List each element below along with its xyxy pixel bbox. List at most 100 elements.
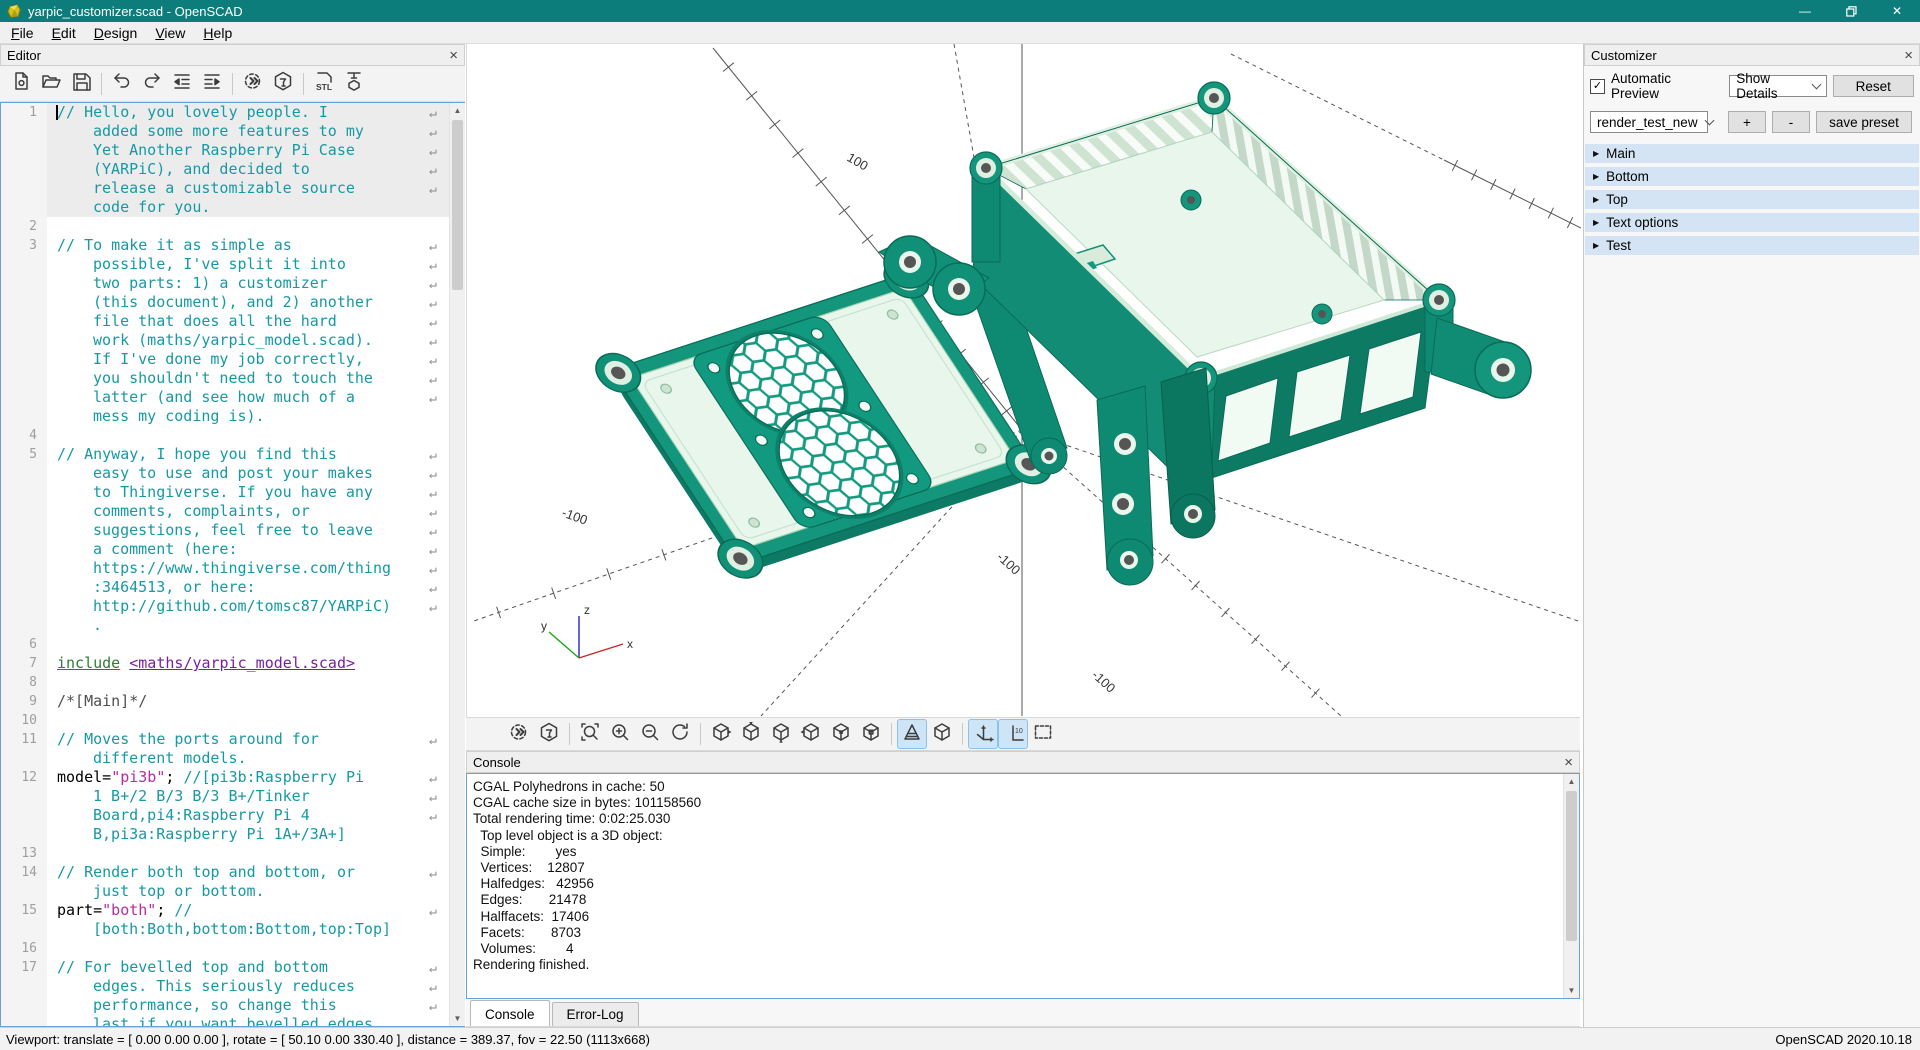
viewport-zoom-in-button[interactable]	[605, 719, 635, 749]
code-row: If I've done my job correctly,↵	[1, 350, 464, 369]
code-editor[interactable]: 1// Hello, you lovely people. I↵added so…	[0, 102, 465, 1027]
chevron-down-icon	[1704, 116, 1714, 126]
scroll-down-icon[interactable]: ▼	[1564, 983, 1579, 998]
line-wrap-icon: ↵	[429, 161, 437, 180]
menu-design[interactable]: Design	[85, 23, 147, 43]
viewport-view-top-button[interactable]	[736, 719, 766, 749]
viewport-view-front-button[interactable]	[826, 719, 856, 749]
editor-render-button[interactable]	[268, 69, 298, 99]
customizer-section-test[interactable]: ▶Test	[1585, 236, 1919, 255]
editor-new-file-button[interactable]	[6, 69, 36, 99]
console-line: Halfedges: 42956	[467, 876, 1579, 892]
line-wrap-icon: ↵	[429, 484, 437, 503]
viewport-view-all-button[interactable]	[1028, 719, 1058, 749]
console-line: Volumes: 4	[467, 941, 1579, 957]
menu-edit[interactable]: Edit	[43, 23, 85, 43]
line-wrap-icon: ↵	[429, 237, 437, 256]
customizer-close-icon[interactable]: ×	[1904, 48, 1913, 63]
code-row: Board,pi4:Raspberry Pi 4↵	[1, 806, 464, 825]
menu-help[interactable]: Help	[194, 23, 241, 43]
viewport-reset-view-button[interactable]	[665, 719, 695, 749]
console-line: Facets: 8703	[467, 925, 1579, 941]
editor-save-button[interactable]	[66, 69, 96, 99]
editor-close-icon[interactable]: ×	[449, 48, 458, 63]
svg-text:-100: -100	[1089, 667, 1118, 696]
viewport-status-text: Viewport: translate = [ 0.00 0.00 0.00 ]…	[6, 1032, 650, 1047]
viewport-show-axes-button[interactable]	[968, 719, 998, 749]
save-icon	[70, 70, 92, 97]
save-preset-button[interactable]: save preset	[1816, 111, 1912, 133]
viewport-orthogonal-button[interactable]	[927, 719, 957, 749]
menu-view[interactable]: View	[146, 23, 194, 43]
scroll-down-icon[interactable]: ▼	[450, 1011, 465, 1026]
editor-unindent-button[interactable]	[167, 69, 197, 99]
viewport-view-left-button[interactable]	[796, 719, 826, 749]
code-row: 1// Hello, you lovely people. I↵	[1, 103, 464, 122]
code-row: mess my coding is).	[1, 407, 464, 426]
automatic-preview-checkbox[interactable]: ✓	[1590, 79, 1605, 94]
console-output[interactable]: CGAL Polyhedrons in cache: 50CGAL cache …	[466, 773, 1580, 999]
editor-scrollbar-thumb[interactable]	[452, 120, 463, 290]
3d-model-bottom-tray	[587, 254, 1067, 583]
viewport-render-button[interactable]	[534, 719, 564, 749]
menu-file[interactable]: File	[2, 23, 43, 43]
customizer-section-bottom[interactable]: ▶Bottom	[1585, 167, 1919, 186]
viewport-preview-button[interactable]	[504, 719, 534, 749]
console-close-icon[interactable]: ×	[1564, 755, 1573, 770]
console-line: CGAL cache size in bytes: 101158560	[467, 795, 1579, 811]
editor-export-stl-button[interactable]: STL	[309, 69, 339, 99]
customizer-section-main[interactable]: ▶Main	[1585, 144, 1919, 163]
console-line: Vertices: 12807	[467, 860, 1579, 876]
customizer-section-text-options[interactable]: ▶Text options	[1585, 213, 1919, 232]
view-left-icon	[800, 721, 822, 748]
render-icon	[538, 721, 560, 748]
svg-text:10: 10	[1015, 728, 1023, 735]
viewport-view-back-button[interactable]	[856, 719, 886, 749]
maximize-button[interactable]	[1828, 0, 1874, 22]
viewport-zoom-all-button[interactable]	[575, 719, 605, 749]
code-row: .	[1, 616, 464, 635]
minimize-button[interactable]: —	[1782, 0, 1828, 22]
add-preset-button[interactable]: +	[1728, 111, 1766, 133]
viewport-zoom-out-button[interactable]	[635, 719, 665, 749]
scroll-up-icon[interactable]: ▲	[1564, 774, 1579, 789]
code-row: 14// Render both top and bottom, or↵	[1, 863, 464, 882]
code-row: 15part="both"; //↵	[1, 901, 464, 920]
editor-undo-button[interactable]	[107, 69, 137, 99]
viewport-show-scale-markers-button[interactable]: 10	[998, 719, 1028, 749]
editor-redo-button[interactable]	[137, 69, 167, 99]
viewport-perspective-button[interactable]	[897, 719, 927, 749]
scroll-up-icon[interactable]: ▲	[450, 103, 465, 118]
line-wrap-icon: ↵	[429, 769, 437, 788]
toolbar-separator	[700, 723, 701, 745]
toolbar-separator	[891, 723, 892, 745]
console-scrollbar[interactable]: ▲ ▼	[1563, 774, 1579, 998]
reset-button[interactable]: Reset	[1833, 75, 1914, 97]
remove-preset-button[interactable]: -	[1772, 111, 1810, 133]
triangle-right-icon: ▶	[1593, 172, 1599, 181]
tab-error-log[interactable]: Error-Log	[552, 1002, 639, 1026]
editor-scrollbar[interactable]: ▲ ▼	[449, 103, 465, 1026]
3d-viewport[interactable]: 100 100 -100 -100 -100	[466, 44, 1581, 717]
indent-icon	[201, 70, 223, 97]
editor-preview-button[interactable]	[238, 69, 268, 99]
editor-print-3d-button[interactable]	[339, 69, 369, 99]
line-wrap-icon: ↵	[429, 541, 437, 560]
preset-dropdown[interactable]: render_test_new	[1590, 111, 1708, 133]
viewport-view-right-button[interactable]	[706, 719, 736, 749]
viewport-view-bottom-button[interactable]	[766, 719, 796, 749]
code-row: different models.	[1, 749, 464, 768]
editor-panel-title: Editor	[7, 48, 41, 63]
line-wrap-icon: ↵	[429, 104, 437, 123]
title-bar: yarpic_customizer.scad - OpenSCAD — ✕	[0, 0, 1920, 22]
editor-open-folder-button[interactable]	[36, 69, 66, 99]
console-scrollbar-thumb[interactable]	[1566, 791, 1577, 941]
line-wrap-icon: ↵	[429, 465, 437, 484]
console-panel-title: Console	[473, 755, 521, 770]
editor-indent-button[interactable]	[197, 69, 227, 99]
customizer-section-top[interactable]: ▶Top	[1585, 190, 1919, 209]
close-button[interactable]: ✕	[1874, 0, 1920, 22]
console-line: Top level object is a 3D object:	[467, 828, 1579, 844]
tab-console[interactable]: Console	[470, 1000, 550, 1026]
details-dropdown[interactable]: Show Details	[1729, 75, 1826, 97]
